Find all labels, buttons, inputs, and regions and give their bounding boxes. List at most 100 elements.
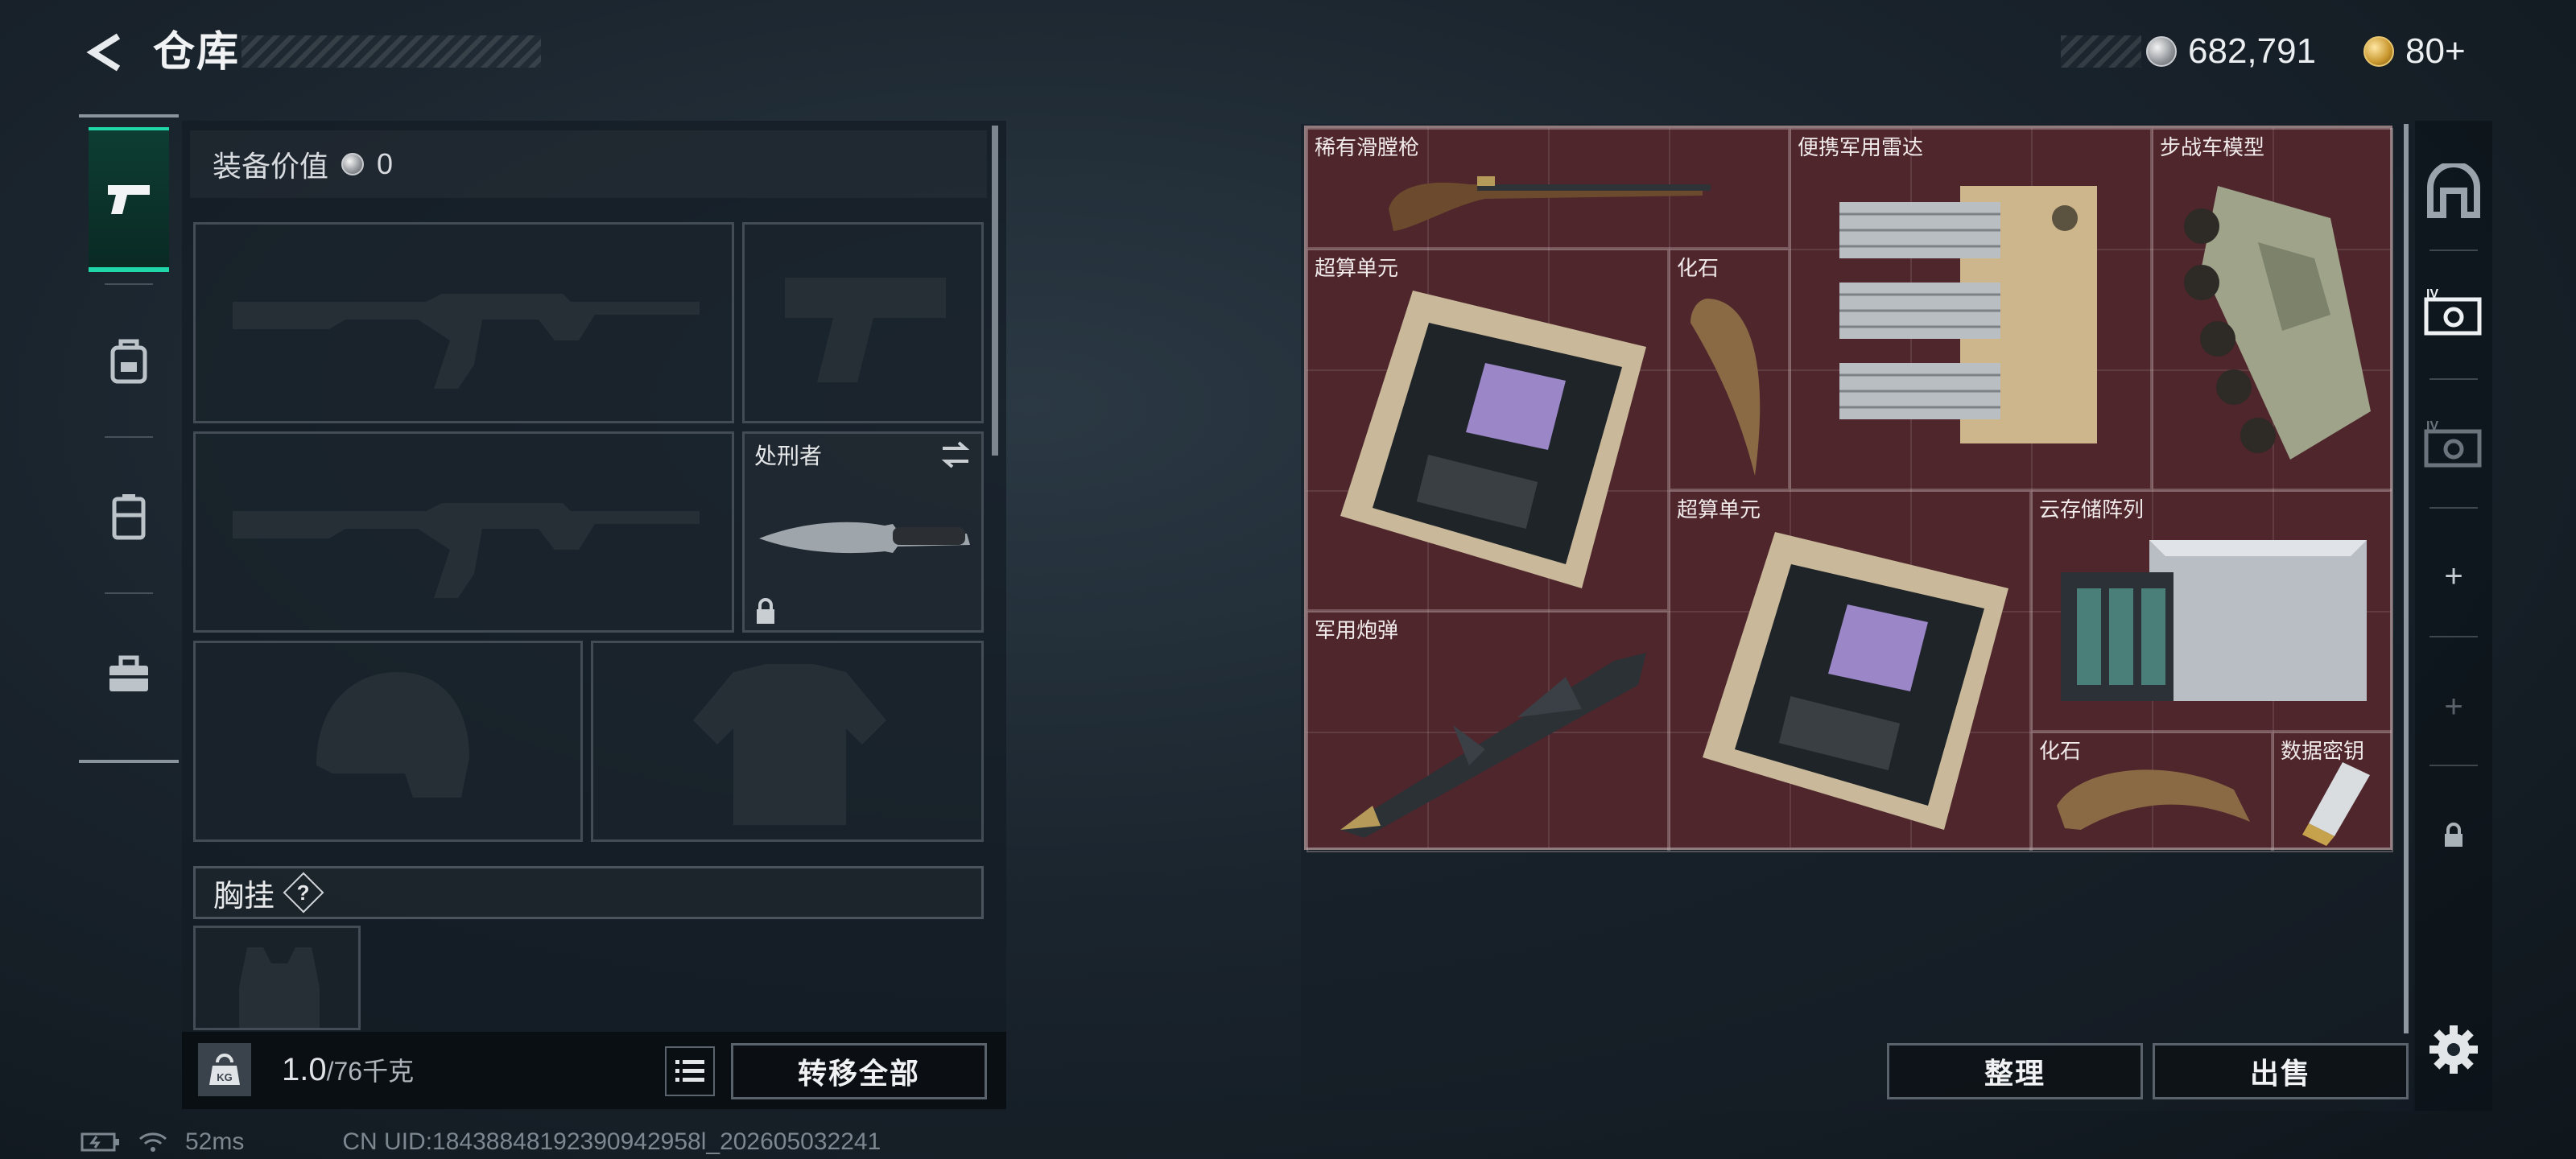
weight-max: /76千克: [326, 1057, 415, 1086]
chest-rig-slot[interactable]: [193, 926, 361, 1030]
help-icon[interactable]: ?: [283, 872, 324, 914]
storage-item[interactable]: 军用炮弹: [1307, 611, 1669, 852]
tab-rail-bottom: [79, 760, 179, 763]
lock-icon: [757, 598, 774, 624]
safe-box-icon: [2427, 163, 2480, 218]
data-key-icon: [2302, 762, 2370, 846]
storage-scrollbar[interactable]: [2404, 124, 2409, 1033]
rail-separator: [2429, 507, 2478, 509]
radar-icon: [1839, 186, 2097, 443]
equipment-value: 0: [377, 147, 394, 180]
equipment-scrollbar[interactable]: [992, 126, 998, 456]
container-level-iv-case[interactable]: IV: [2415, 274, 2492, 351]
fossil-icon: [2057, 769, 2250, 830]
kettlebell-icon: KG: [209, 1054, 240, 1085]
swap-icon[interactable]: [939, 440, 972, 469]
rifle-silhouette-icon: [233, 294, 700, 389]
storage-item[interactable]: 数据密钥: [2273, 732, 2393, 852]
container-rail: [2415, 121, 2492, 1111]
page-title: 仓库: [153, 29, 241, 76]
compute-unit-icon: [1340, 291, 1646, 588]
equipment-value-bar: 装备价值 0: [190, 130, 987, 198]
missile-icon: [1340, 653, 1646, 838]
pistol-slot[interactable]: [742, 222, 984, 423]
combat-knife-icon: [759, 522, 970, 554]
tab-toolbox[interactable]: [89, 602, 169, 747]
list-view-button[interactable]: [665, 1046, 715, 1096]
add-container-disabled-button[interactable]: +: [2415, 668, 2492, 745]
silver-coin-icon: [341, 153, 365, 175]
chest-rig-header: 胸挂 ?: [193, 866, 984, 919]
currency-decoration: [2061, 35, 2141, 68]
silver-currency: 682,791: [2146, 29, 2316, 74]
pistol-icon: [108, 185, 150, 214]
tab-vest[interactable]: [89, 444, 169, 589]
melee-weapon-name: 处刑者: [754, 443, 823, 468]
storage-item[interactable]: 超算单元: [1307, 249, 1669, 611]
gold-coin-icon: [2363, 36, 2394, 67]
chest-rig-silhouette-icon: [239, 947, 320, 1028]
tab-separator: [105, 592, 153, 594]
helmet-slot[interactable]: [193, 641, 583, 842]
storage-array-icon: [2061, 540, 2367, 701]
armor-slot[interactable]: [591, 641, 984, 842]
tab-weapons[interactable]: [89, 127, 169, 272]
svg-text:IV: IV: [2426, 287, 2438, 301]
svg-text:KG: KG: [217, 1071, 233, 1083]
container-safe-box[interactable]: [2415, 153, 2492, 230]
tab-backpack[interactable]: [89, 288, 169, 433]
claw-fossil-icon: [1690, 299, 1761, 476]
rail-separator: [2429, 765, 2478, 766]
gold-currency[interactable]: 80+: [2363, 29, 2466, 74]
storage-item[interactable]: 云存储阵列: [2031, 490, 2393, 732]
storage-item[interactable]: 稀有滑膛枪: [1307, 128, 1790, 249]
rifle-silhouette-icon: [233, 503, 700, 598]
sell-button[interactable]: 出售: [2153, 1043, 2409, 1099]
settings-button[interactable]: [2415, 1011, 2492, 1088]
ping-value: 52ms: [185, 1128, 245, 1155]
pistol-silhouette-icon: [785, 278, 946, 382]
silver-amount: 682,791: [2188, 31, 2317, 71]
title-decoration: [242, 35, 541, 68]
rail-separator: [2429, 636, 2478, 637]
helmet-silhouette-icon: [316, 672, 469, 798]
level-iv-case-dim-icon: IV: [2424, 419, 2482, 468]
svg-text:IV: IV: [2426, 419, 2438, 433]
silver-coin-icon: [2146, 36, 2177, 67]
rail-separator: [2429, 378, 2478, 380]
level-iv-case-icon: IV: [2424, 287, 2482, 336]
locked-container-slot[interactable]: [2415, 797, 2492, 874]
compute-unit-icon: [1703, 532, 2008, 830]
storage-grid: 稀有滑膛枪 便携军用雷达 步战车模型 超算单元 化石 超算单元 云存储阵列 军用…: [1304, 126, 2393, 852]
melee-slot[interactable]: 处刑者: [742, 431, 984, 633]
gold-amount: 80+: [2405, 31, 2466, 71]
back-arrow-icon: [86, 33, 121, 72]
sort-button[interactable]: 整理: [1887, 1043, 2143, 1099]
ifv-model-icon: [2184, 186, 2371, 460]
lock-icon: [2445, 823, 2462, 847]
storage-item[interactable]: 便携军用雷达: [1790, 128, 2152, 490]
wifi-icon: [139, 1132, 167, 1152]
gear-icon: [2429, 1025, 2478, 1074]
list-icon: [675, 1060, 704, 1082]
back-button[interactable]: [77, 24, 134, 80]
container-level-iv-case-empty[interactable]: IV: [2415, 406, 2492, 483]
transfer-all-button[interactable]: 转移全部: [731, 1043, 987, 1099]
storage-item[interactable]: 步战车模型: [2152, 128, 2393, 490]
chest-rig-label: 胸挂: [213, 879, 275, 914]
weight-readout: 1.0/76千克: [282, 1051, 414, 1088]
storage-item[interactable]: 化石: [2031, 732, 2273, 852]
armor-silhouette-icon: [693, 664, 886, 825]
status-bar: 52ms CN UID:18438848192390942958l_202605…: [80, 1128, 881, 1156]
tab-separator: [105, 436, 153, 438]
add-container-button[interactable]: +: [2415, 538, 2492, 615]
user-uid: CN UID:18438848192390942958l_20260503224…: [342, 1128, 881, 1155]
storage-item[interactable]: 化石: [1669, 249, 1790, 490]
rail-separator: [2429, 250, 2478, 251]
weight-current: 1.0: [282, 1052, 327, 1087]
primary-weapon-slot[interactable]: [193, 222, 734, 423]
storage-item[interactable]: 超算单元: [1669, 490, 2031, 852]
weight-icon: KG: [198, 1043, 251, 1096]
secondary-weapon-slot[interactable]: [193, 431, 734, 633]
equipment-value-label: 装备价值: [213, 150, 329, 183]
